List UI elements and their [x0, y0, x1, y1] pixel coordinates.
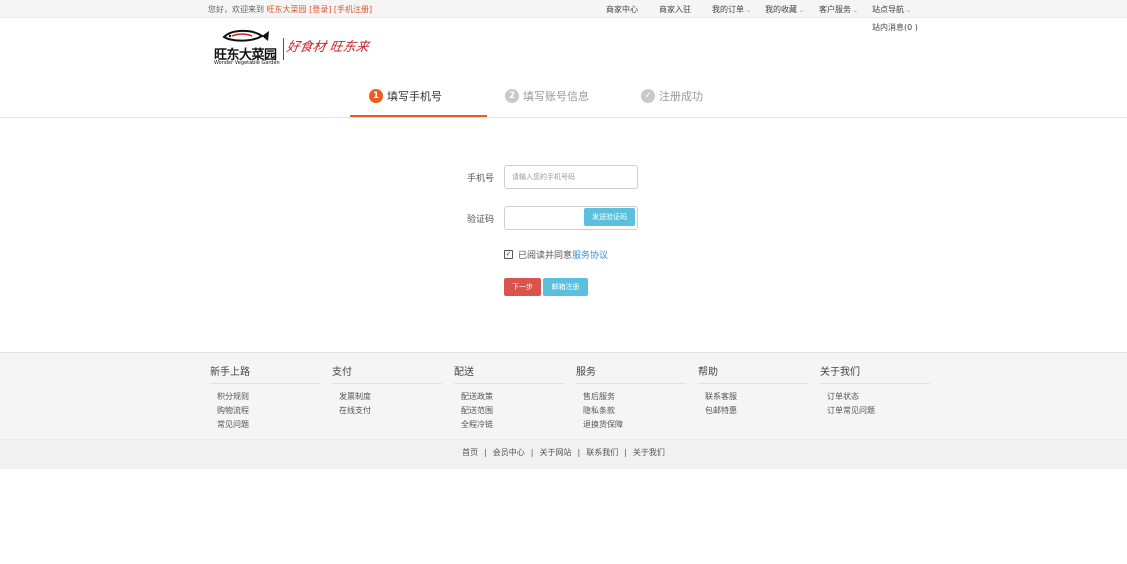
- footer-link[interactable]: 隐私条款: [576, 404, 686, 418]
- footer-link[interactable]: 配送范围: [454, 404, 564, 418]
- step-fill-phone: 1 填写手机号: [369, 88, 442, 104]
- service-agreement-link[interactable]: 服务协议: [572, 248, 608, 261]
- footer-link[interactable]: 售后服务: [576, 390, 686, 404]
- nav-merchant-center[interactable]: 商家中心: [606, 4, 638, 15]
- footer-link[interactable]: 联系客服: [698, 390, 808, 404]
- chevron-down-icon: ⌄: [906, 7, 912, 14]
- footer-column-title: 服务: [576, 363, 686, 384]
- nav-label: 我的收藏: [765, 5, 797, 14]
- steps-divider: [0, 117, 1127, 118]
- site-messages-link[interactable]: 站内消息(0 ): [872, 22, 918, 33]
- footer-column-title: 关于我们: [820, 363, 930, 384]
- phone-label: 手机号: [467, 174, 495, 184]
- register-link[interactable]: [手机注册]: [334, 5, 372, 14]
- step-label: 填写账号信息: [523, 90, 589, 103]
- footer-link[interactable]: 发票制度: [332, 390, 442, 404]
- logo-english-name: Wonder Vegetable Garden: [214, 60, 280, 66]
- footer-column-newbie: 新手上路 积分规则 购物流程 常见问题: [210, 363, 320, 432]
- site-name-link[interactable]: 旺东大菜园: [267, 5, 307, 14]
- nav-label: 商家中心: [606, 5, 638, 14]
- chevron-down-icon: ⌄: [799, 7, 805, 14]
- check-icon: ✓: [641, 89, 655, 103]
- footer-link[interactable]: 在线支付: [332, 404, 442, 418]
- nav-merchant-join[interactable]: 商家入驻: [659, 4, 691, 15]
- footer-link[interactable]: 配送政策: [454, 390, 564, 404]
- nav-my-favorites[interactable]: 我的收藏 ⌄: [765, 4, 804, 15]
- agree-text: 已阅读并同意: [518, 251, 573, 261]
- footer-about-us-link[interactable]: 关于我们: [633, 448, 665, 457]
- step-fill-account: 2 填写账号信息: [505, 88, 589, 104]
- step-number: 2: [505, 89, 519, 103]
- phone-input[interactable]: [504, 165, 638, 189]
- step-label: 填写手机号: [387, 90, 442, 103]
- footer-column-payment: 支付 发票制度 在线支付: [332, 363, 442, 418]
- link-separator: |: [530, 448, 534, 457]
- top-bar: 您好，欢迎来到 旺东大菜园 [登录] [手机注册] 商家中心 商家入驻 我的订单…: [0, 0, 1127, 18]
- footer-column-about: 关于我们 订单状态 订单常见问题: [820, 363, 930, 418]
- agree-checkbox[interactable]: ✓: [504, 250, 513, 259]
- footer-column-title: 支付: [332, 363, 442, 384]
- email-register-button[interactable]: 邮箱注册: [543, 278, 588, 296]
- step-number: 1: [369, 89, 383, 103]
- step-success: ✓ 注册成功: [641, 88, 703, 104]
- nav-label: 商家入驻: [659, 5, 691, 14]
- chevron-down-icon: ⌄: [853, 7, 859, 14]
- footer-member-center-link[interactable]: 会员中心: [493, 448, 525, 457]
- footer-link[interactable]: 购物流程: [210, 404, 320, 418]
- footer-home-link[interactable]: 首页: [462, 448, 478, 457]
- nav-label: 客户服务: [819, 5, 851, 14]
- footer-column-title: 帮助: [698, 363, 808, 384]
- footer-column-service: 服务 售后服务 隐私条款 退换货保障: [576, 363, 686, 432]
- fish-logo-icon: [222, 29, 269, 42]
- chevron-down-icon: ⌄: [746, 7, 752, 14]
- footer-link[interactable]: 订单常见问题: [820, 404, 930, 418]
- footer: 新手上路 积分规则 购物流程 常见问题 支付 发票制度 在线支付 配送 配送政策…: [0, 352, 1127, 469]
- welcome-area: 您好，欢迎来到 旺东大菜园 [登录] [手机注册]: [208, 4, 372, 15]
- footer-link[interactable]: 常见问题: [210, 418, 320, 432]
- footer-link[interactable]: 包邮特惠: [698, 404, 808, 418]
- link-separator: |: [577, 448, 581, 457]
- link-separator: |: [624, 448, 627, 457]
- site-logo[interactable]: 旺东大菜园 Wonder Vegetable Garden 好食材 旺东来: [212, 28, 370, 70]
- nav-label: 我的订单: [712, 5, 744, 14]
- footer-column-help: 帮助 联系客服 包邮特惠: [698, 363, 808, 418]
- step-label: 注册成功: [659, 90, 703, 103]
- agreement-row: ✓ 已阅读并同意 服务协议: [504, 248, 608, 261]
- next-step-button[interactable]: 下一步: [504, 278, 541, 296]
- welcome-text: 您好，欢迎来到: [208, 5, 264, 14]
- footer-link[interactable]: 订单状态: [820, 390, 930, 404]
- footer-bottom-links: 首页 | 会员中心 | 关于网站 | 联系我们 | 关于我们: [0, 439, 1127, 469]
- nav-customer-service[interactable]: 客户服务 ⌄: [819, 4, 858, 15]
- logo-slogan: 好食材 旺东来: [285, 40, 371, 55]
- footer-link[interactable]: 积分规则: [210, 390, 320, 404]
- footer-column-title: 新手上路: [210, 363, 320, 384]
- nav-label: 站点导航: [872, 5, 904, 14]
- footer-about-site-link[interactable]: 关于网站: [540, 448, 572, 457]
- footer-column-delivery: 配送 配送政策 配送范围 全程冷链: [454, 363, 564, 432]
- footer-column-title: 配送: [454, 363, 564, 384]
- footer-link[interactable]: 退换货保障: [576, 418, 686, 432]
- link-separator: |: [484, 448, 487, 457]
- footer-link[interactable]: 全程冷链: [454, 418, 564, 432]
- nav-site-navigation[interactable]: 站点导航 ⌄: [872, 4, 911, 15]
- code-label: 验证码: [467, 215, 495, 225]
- logo-divider: [283, 38, 284, 60]
- login-link[interactable]: [登录]: [309, 5, 331, 14]
- send-code-button[interactable]: 发送验证码: [584, 208, 635, 226]
- footer-contact-link[interactable]: 联系我们: [586, 448, 618, 457]
- nav-my-orders[interactable]: 我的订单 ⌄: [712, 4, 751, 15]
